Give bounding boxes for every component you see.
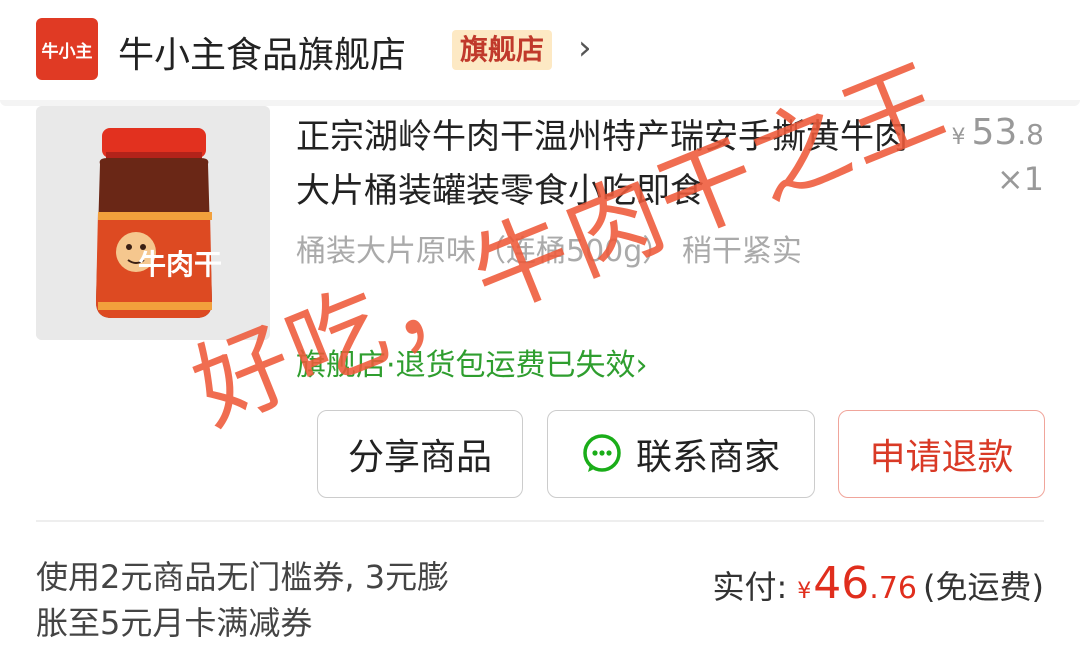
- payment-summary: 实付: ¥46.76 (免运费): [713, 558, 1045, 609]
- paid-label: 实付:: [712, 568, 788, 606]
- share-product-button[interactable]: 分享商品: [317, 410, 523, 498]
- price-integer: 53: [971, 112, 1018, 153]
- chevron-right-icon: ›: [635, 348, 648, 383]
- paid-integer: 46: [813, 558, 870, 609]
- shop-name[interactable]: 牛小主食品旗舰店: [118, 26, 406, 78]
- paid-decimal: .76: [869, 571, 918, 606]
- contact-seller-button[interactable]: 联系商家: [547, 410, 815, 498]
- contact-button-label: 联系商家: [635, 437, 780, 478]
- jar-label-text: 牛肉干: [138, 248, 222, 281]
- paid-currency-symbol: ¥: [797, 579, 812, 604]
- product-unit-price: ¥53.8: [951, 112, 1044, 153]
- paid-amount: ¥46.76: [797, 558, 917, 609]
- share-button-label: 分享商品: [347, 437, 492, 478]
- refund-button-label: 申请退款: [869, 437, 1014, 478]
- chevron-right-icon[interactable]: ›: [578, 28, 592, 68]
- divider: [36, 520, 1044, 522]
- shipping-note: (免运费): [923, 568, 1044, 606]
- coupon-info: 使用2元商品无门槛券, 3元膨胀至5元月卡满减券: [36, 558, 450, 642]
- product-quantity: ×1: [996, 160, 1044, 198]
- price-decimal: .8: [1017, 118, 1044, 151]
- request-refund-button[interactable]: 申请退款: [838, 410, 1045, 498]
- chat-bubble-icon: [583, 434, 621, 472]
- flagship-badge: 旗舰店: [452, 30, 553, 70]
- shop-logo[interactable]: 牛小主: [36, 18, 98, 80]
